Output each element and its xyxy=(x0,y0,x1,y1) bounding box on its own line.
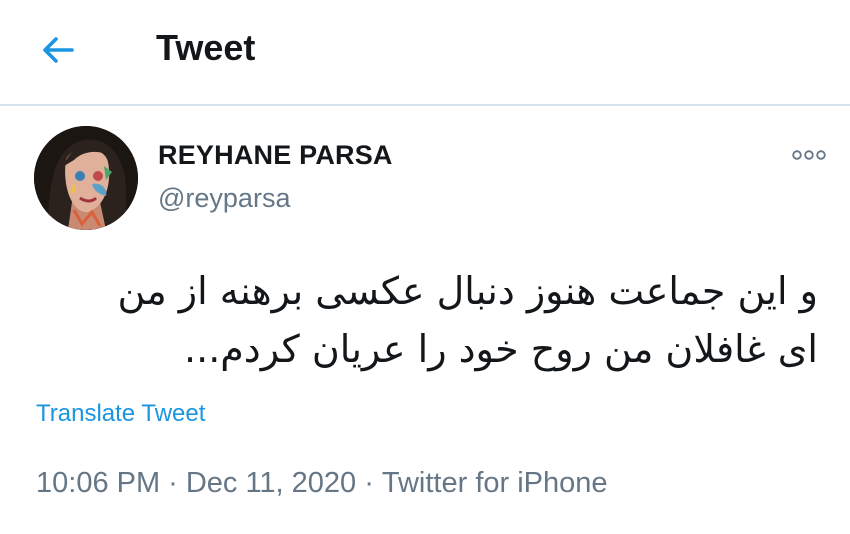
back-button[interactable] xyxy=(36,28,80,72)
avatar[interactable] xyxy=(34,126,138,230)
author-name[interactable]: REYHANE PARSA xyxy=(158,140,393,171)
tweet-metadata: 10:06 PM · Dec 11, 2020 · Twitter for iPhone xyxy=(36,467,608,500)
author-handle[interactable]: @reyparsa xyxy=(158,183,290,214)
separator: · xyxy=(364,467,374,499)
page-title: Tweet xyxy=(156,27,256,68)
back-arrow-icon xyxy=(43,37,74,63)
tweet-source-link[interactable]: Twitter for iPhone xyxy=(382,467,608,499)
tweet-text-line: و این جماعت هنوز دنبال عکسی برهنه از من xyxy=(117,269,818,313)
tweet-text-line: ای غافلان من روح خود را عریان کردم... xyxy=(184,327,818,371)
more-options-button[interactable] xyxy=(790,145,828,165)
profile-photo xyxy=(34,126,138,230)
more-options-icon xyxy=(792,150,826,160)
separator: · xyxy=(168,467,178,499)
top-bar: Tweet xyxy=(0,0,850,106)
tweet-text: و این جماعت هنوز دنبال عکسی برهنه از من … xyxy=(38,262,818,378)
tweet-date[interactable]: Dec 11, 2020 xyxy=(186,467,356,499)
tweet-time[interactable]: 10:06 PM xyxy=(36,467,160,499)
translate-tweet-link[interactable]: Translate Tweet xyxy=(36,400,205,428)
